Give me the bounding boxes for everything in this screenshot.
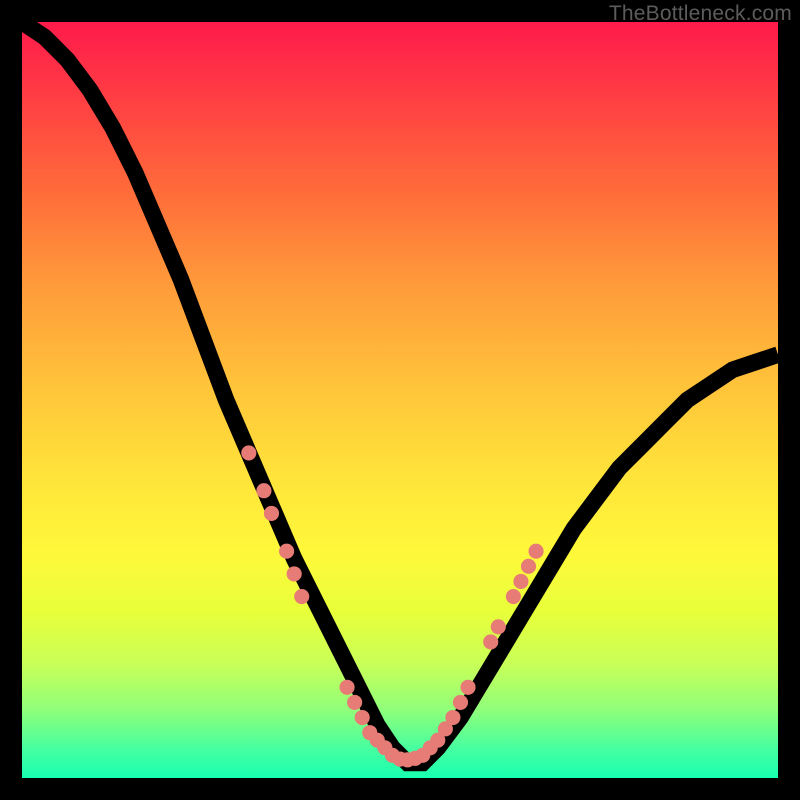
curve-marker: [279, 544, 294, 559]
curve-marker: [287, 566, 302, 581]
curve-marker: [445, 710, 460, 725]
chart-svg: [22, 22, 778, 778]
chart-frame: TheBottleneck.com: [0, 0, 800, 800]
plot-area: [22, 22, 778, 778]
curve-marker: [264, 506, 279, 521]
curve-marker: [521, 559, 536, 574]
curve-marker: [256, 483, 271, 498]
curve-marker: [294, 589, 309, 604]
curve-marker: [506, 589, 521, 604]
curve-marker: [347, 695, 362, 710]
curve-marker: [513, 574, 528, 589]
curve-marker: [355, 710, 370, 725]
curve-marker: [483, 634, 498, 649]
curve-marker: [453, 695, 468, 710]
curve-marker: [241, 445, 256, 460]
curve-marker: [529, 544, 544, 559]
curve-marker: [491, 619, 506, 634]
bottleneck-curve: [22, 22, 778, 763]
curve-marker: [340, 680, 355, 695]
curve-marker: [460, 680, 475, 695]
marker-group: [241, 445, 543, 767]
